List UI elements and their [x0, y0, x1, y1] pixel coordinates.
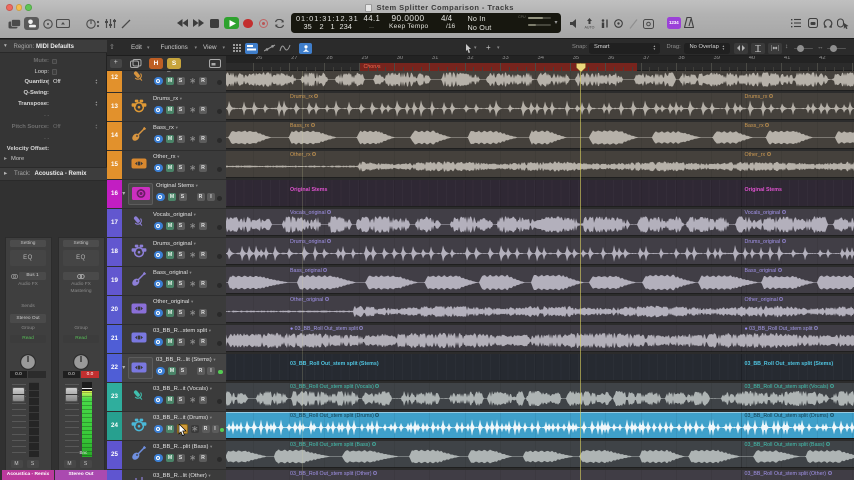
svg-text:AUTO: AUTO: [585, 25, 595, 29]
